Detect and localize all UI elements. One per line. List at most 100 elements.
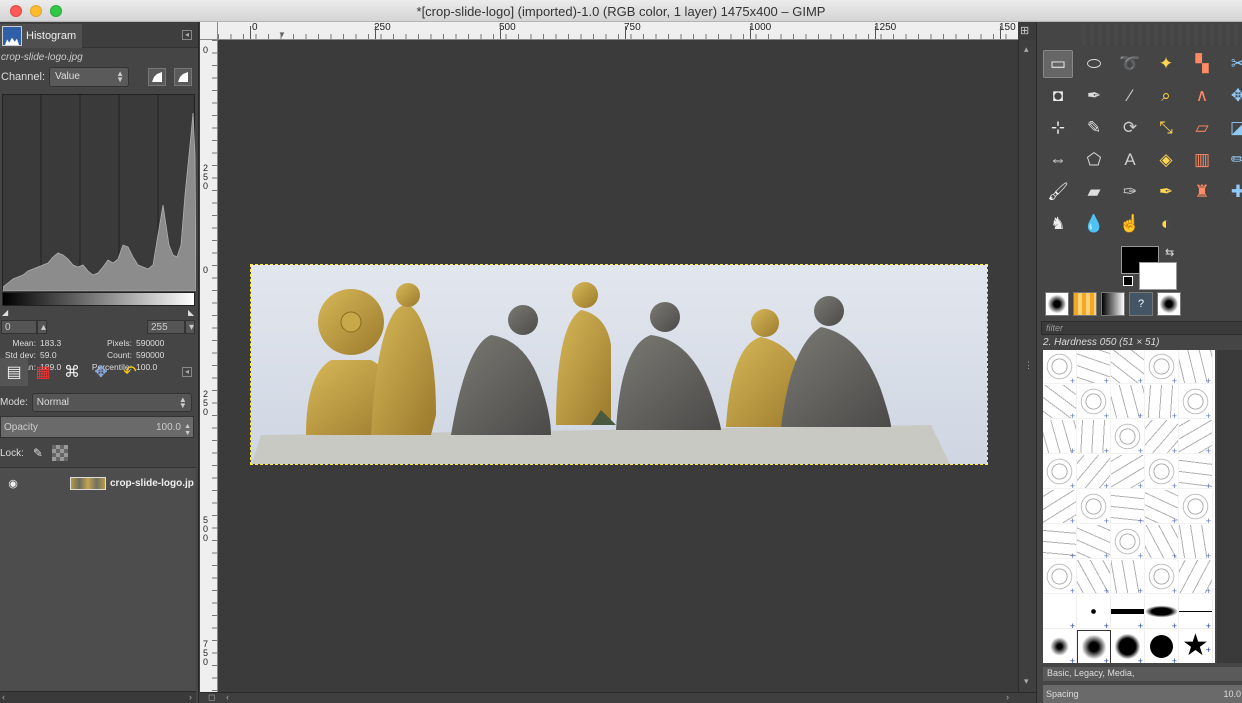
tab-brushes[interactable] bbox=[1045, 292, 1069, 316]
brush-cell[interactable] bbox=[1145, 385, 1179, 421]
lock-alpha-icon[interactable] bbox=[51, 445, 68, 461]
brush-cell[interactable] bbox=[1111, 385, 1145, 421]
brush-cell[interactable] bbox=[1043, 595, 1077, 631]
brush-cell[interactable] bbox=[1043, 455, 1077, 491]
brush-cell[interactable] bbox=[1111, 455, 1145, 491]
scale-icon[interactable]: ⤡ bbox=[1151, 114, 1181, 142]
tab-patterns[interactable] bbox=[1073, 292, 1097, 316]
quick-mask-icon[interactable]: ◻ bbox=[208, 692, 215, 703]
help-icon[interactable]: ? bbox=[1129, 292, 1153, 316]
brush-cell[interactable] bbox=[1111, 630, 1145, 663]
brush-cell[interactable] bbox=[1145, 490, 1179, 526]
scroll-right-icon[interactable]: › bbox=[1006, 692, 1009, 702]
brush-cell[interactable] bbox=[1179, 490, 1213, 526]
tab-layers[interactable]: ▤ bbox=[0, 358, 28, 386]
tab-gradients[interactable] bbox=[1101, 292, 1125, 316]
log-histogram-button[interactable] bbox=[174, 68, 192, 86]
brush-cell[interactable] bbox=[1077, 595, 1111, 631]
high-range-marker-icon[interactable]: ◣ bbox=[188, 308, 194, 317]
lock-pixels-icon[interactable]: ✎ bbox=[30, 445, 46, 461]
move-icon[interactable]: ✥ bbox=[1223, 82, 1242, 110]
scissors-icon[interactable]: ✂ bbox=[1223, 50, 1242, 78]
brush-cell[interactable] bbox=[1077, 420, 1111, 456]
tab-brush-preview[interactable] bbox=[1157, 292, 1181, 316]
rect-select-icon[interactable]: ▭ bbox=[1043, 50, 1073, 78]
align-icon[interactable]: ⊹ bbox=[1043, 114, 1073, 142]
zoom-icon[interactable]: ⌕ bbox=[1151, 82, 1181, 110]
brush-cell[interactable] bbox=[1179, 455, 1213, 491]
brush-cell[interactable] bbox=[1077, 490, 1111, 526]
brush-cell[interactable] bbox=[1179, 420, 1213, 456]
brush-cell[interactable] bbox=[1179, 525, 1213, 561]
range-low-input[interactable]: 0 bbox=[1, 320, 37, 334]
brush-cell[interactable] bbox=[1077, 560, 1111, 596]
brush-cell[interactable] bbox=[1077, 630, 1111, 663]
heal-icon[interactable]: ✚ bbox=[1223, 178, 1242, 206]
scroll-right-icon[interactable]: › bbox=[189, 692, 192, 702]
tab-histogram[interactable]: Histogram bbox=[0, 24, 83, 48]
select-by-color-icon[interactable]: ▚ bbox=[1187, 50, 1217, 78]
perspective-icon[interactable]: ◪ bbox=[1223, 114, 1242, 142]
fuzzy-select-icon[interactable]: ✦ bbox=[1151, 50, 1181, 78]
brush-cell[interactable] bbox=[1043, 525, 1077, 561]
brush-cell[interactable] bbox=[1111, 560, 1145, 596]
brush-cell[interactable] bbox=[1179, 350, 1213, 386]
brush-cell[interactable] bbox=[1111, 350, 1145, 386]
airbrush-icon[interactable]: ✑ bbox=[1115, 178, 1145, 206]
swap-colors-icon[interactable]: ⇆ bbox=[1165, 246, 1174, 259]
vertical-ruler[interactable]: 0 250 0 250 500 750 bbox=[200, 40, 218, 692]
perspective-clone-icon[interactable]: ♞ bbox=[1043, 210, 1073, 238]
eraser-icon[interactable]: ▰ bbox=[1079, 178, 1109, 206]
background-color-swatch[interactable] bbox=[1139, 262, 1177, 290]
brush-cell[interactable] bbox=[1145, 420, 1179, 456]
scroll-left-icon[interactable]: ‹ bbox=[2, 692, 5, 702]
foreground-select-icon[interactable]: ◘ bbox=[1043, 82, 1073, 110]
range-low-stepper[interactable]: ▴ bbox=[37, 320, 47, 334]
brush-cell[interactable] bbox=[1043, 490, 1077, 526]
ellipse-select-icon[interactable]: ⬭ bbox=[1079, 50, 1109, 78]
spacing-slider[interactable]: Spacing 10.0 bbox=[1043, 685, 1242, 703]
brush-grid-scrollbar[interactable] bbox=[1217, 350, 1242, 663]
channel-select[interactable]: Value ▲ ▼ bbox=[49, 67, 130, 87]
default-colors-icon[interactable] bbox=[1123, 276, 1133, 286]
brush-cell[interactable] bbox=[1077, 525, 1111, 561]
rotate-icon[interactable]: ⟳ bbox=[1115, 114, 1145, 142]
scroll-grip-icon[interactable]: ⋮ bbox=[1024, 360, 1033, 371]
image-canvas[interactable] bbox=[250, 264, 988, 465]
pencil-icon[interactable]: ✏ bbox=[1223, 146, 1242, 174]
color-picker-icon[interactable]: ⁄ bbox=[1115, 82, 1145, 110]
opacity-slider[interactable]: Opacity 100.0 ▲ ▼ bbox=[0, 416, 194, 438]
scroll-left-icon[interactable]: ‹ bbox=[226, 692, 229, 702]
brush-cell[interactable] bbox=[1179, 385, 1213, 421]
lasso-icon[interactable]: ➰ bbox=[1115, 50, 1145, 78]
text-icon[interactable]: A bbox=[1115, 146, 1145, 174]
range-high-input[interactable]: 255 bbox=[147, 320, 185, 334]
brush-cell[interactable] bbox=[1145, 630, 1179, 663]
low-range-marker-icon[interactable]: ◢ bbox=[2, 308, 8, 317]
left-dock-scrollbar[interactable]: ‹ › bbox=[0, 691, 196, 703]
layer-row[interactable]: ◉ crop-slide-logo.jp bbox=[0, 470, 196, 496]
blend-icon[interactable]: ▥ bbox=[1187, 146, 1217, 174]
brush-cell[interactable] bbox=[1077, 350, 1111, 386]
scroll-up-icon[interactable]: ▴ bbox=[1024, 44, 1029, 55]
clone-icon[interactable]: ♜ bbox=[1187, 178, 1217, 206]
brush-cell[interactable] bbox=[1111, 490, 1145, 526]
bucket-fill-icon[interactable]: ◈ bbox=[1151, 146, 1181, 174]
brush-cell[interactable] bbox=[1145, 595, 1179, 631]
horizontal-ruler[interactable]: 0 250 500 750 1000 1250 150 ▼ bbox=[218, 22, 1018, 40]
layers-dock-menu-icon[interactable]: ◂ bbox=[182, 367, 192, 377]
shear-icon[interactable]: ▱ bbox=[1187, 114, 1217, 142]
mode-select[interactable]: Normal ▲ ▼ bbox=[31, 392, 192, 412]
histogram-graph[interactable] bbox=[2, 94, 197, 292]
canvas-horizontal-scrollbar[interactable]: ◻ ‹ › bbox=[200, 692, 1036, 703]
range-high-stepper[interactable]: ▾ bbox=[185, 320, 195, 334]
brush-cell[interactable]: ★ bbox=[1179, 630, 1213, 663]
brush-cell[interactable] bbox=[1145, 350, 1179, 386]
ruler-corner[interactable] bbox=[200, 22, 218, 40]
brush-cell[interactable] bbox=[1043, 560, 1077, 596]
blur-icon[interactable]: 💧 bbox=[1079, 210, 1109, 238]
scroll-down-icon[interactable]: ▾ bbox=[1024, 676, 1029, 687]
brush-cell[interactable] bbox=[1111, 595, 1145, 631]
measure-icon[interactable]: ∧ bbox=[1187, 82, 1217, 110]
dodge-icon[interactable]: ◐ bbox=[1151, 210, 1181, 238]
